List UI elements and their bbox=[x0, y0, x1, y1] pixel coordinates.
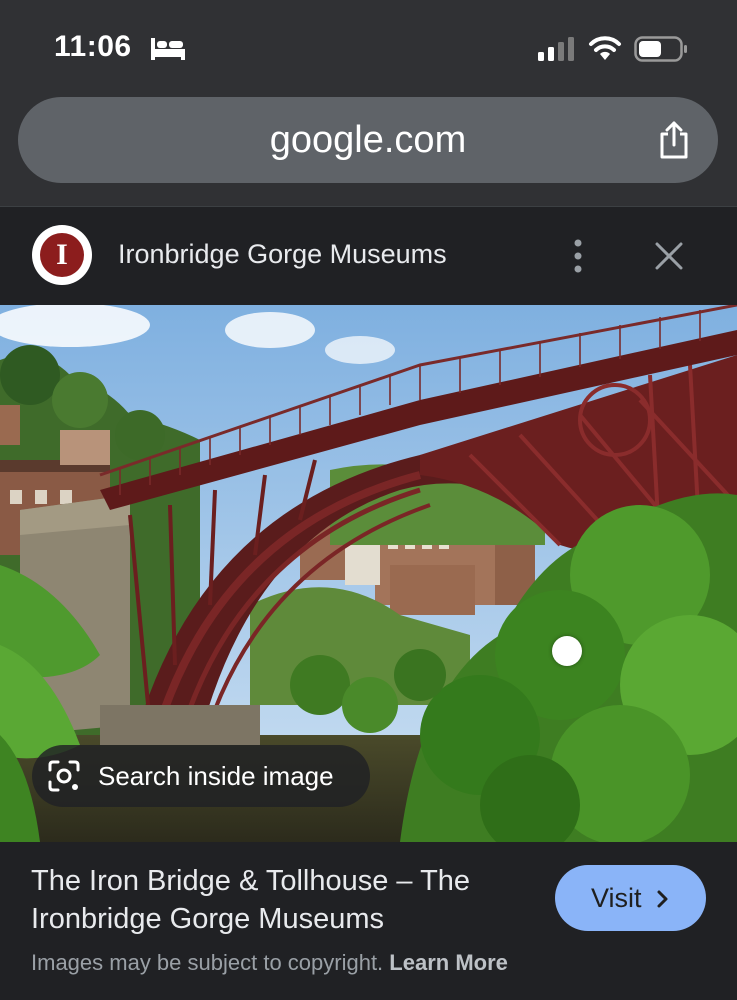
source-logo[interactable]: I bbox=[32, 225, 92, 285]
search-inside-image-button[interactable]: Search inside image bbox=[32, 745, 370, 807]
address-text: google.com bbox=[269, 119, 467, 161]
result-title[interactable]: The Iron Bridge & Tollhouse – The Ironbr… bbox=[31, 862, 531, 938]
visit-button[interactable]: Visit bbox=[555, 865, 706, 931]
status-time: 11:06 bbox=[54, 30, 132, 63]
chevron-right-icon bbox=[657, 890, 668, 908]
bed-icon bbox=[151, 38, 185, 60]
visit-label: Visit bbox=[591, 883, 642, 913]
signal-icon bbox=[538, 37, 574, 61]
source-title[interactable]: Ironbridge Gorge Museums bbox=[118, 239, 447, 270]
address-bar[interactable]: google.com bbox=[18, 97, 718, 183]
close-icon[interactable] bbox=[654, 241, 684, 271]
learn-more-link[interactable]: Learn More bbox=[389, 950, 508, 975]
search-inside-image-label: Search inside image bbox=[98, 761, 334, 791]
source-logo-letter: I bbox=[56, 238, 68, 271]
more-vertical-icon[interactable] bbox=[570, 238, 586, 274]
copyright-text: Images may be subject to copyright. bbox=[31, 950, 384, 975]
lens-icon bbox=[48, 760, 80, 792]
focus-dot[interactable] bbox=[552, 636, 582, 666]
share-icon[interactable] bbox=[657, 120, 691, 160]
source-logo-badge: I bbox=[40, 233, 84, 277]
copyright-notice: Images may be subject to copyright. Lear… bbox=[31, 950, 508, 976]
battery-icon bbox=[634, 36, 687, 62]
wifi-icon bbox=[589, 36, 621, 60]
